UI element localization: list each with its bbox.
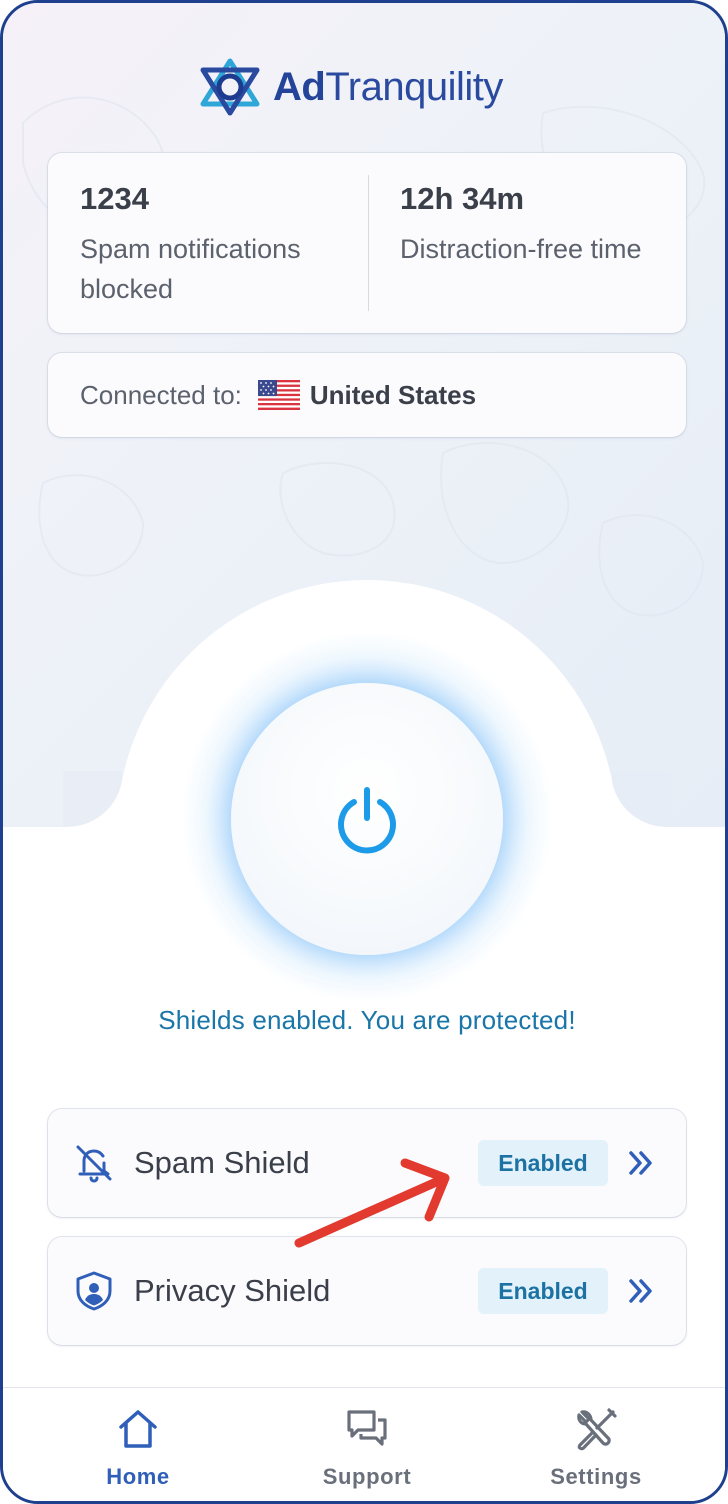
app-name: AdTranquility xyxy=(273,67,503,107)
app-screen: AdTranquility 1234 Spam notifications bl… xyxy=(0,0,728,1504)
stat-distraction-free-time: 12h 34m Distraction-free time xyxy=(400,181,660,269)
nav-label: Home xyxy=(106,1464,170,1489)
red-arrow-icon xyxy=(294,1158,450,1248)
dome-corner-right xyxy=(611,771,671,827)
privacy-shield-row[interactable]: Privacy Shield Enabled xyxy=(48,1237,686,1345)
connection-label: Connected to: xyxy=(80,379,242,410)
status-badge: Enabled xyxy=(478,1140,608,1186)
stat-value: 1234 xyxy=(80,181,149,216)
app-name-bold: Ad xyxy=(273,65,326,109)
double-chevron-right-icon xyxy=(629,1151,652,1175)
shield-name: Privacy Shield xyxy=(134,1273,331,1308)
home-icon xyxy=(119,1410,157,1448)
nav-item-support[interactable]: Support xyxy=(292,1406,442,1490)
protection-status-text: Shields enabled. You are protected! xyxy=(158,1005,576,1035)
stats-card: 1234 Spam notifications blocked 12h 34m … xyxy=(48,153,686,333)
nav-label: Support xyxy=(322,1464,412,1489)
stat-label: Distraction-free time xyxy=(400,234,642,264)
status-badge: Enabled xyxy=(478,1268,608,1314)
power-button[interactable] xyxy=(231,683,503,955)
power-icon xyxy=(338,787,396,854)
chat-icon xyxy=(347,1410,387,1446)
connection-card[interactable]: Connected to: United States xyxy=(48,353,686,437)
stat-spam-blocked: 1234 Spam notifications blocked xyxy=(80,181,360,309)
app-logo: AdTranquility xyxy=(197,57,503,117)
star-of-david-logo-icon xyxy=(200,58,260,116)
nav-label: Settings xyxy=(550,1464,642,1489)
us-flag-icon xyxy=(257,380,300,410)
stat-value: 12h 34m xyxy=(400,181,525,216)
double-chevron-right-icon xyxy=(629,1279,652,1303)
nav-item-home[interactable]: Home xyxy=(63,1406,213,1490)
nav-item-settings[interactable]: Settings xyxy=(521,1406,671,1490)
tools-icon xyxy=(577,1408,617,1451)
bottom-nav: Home Support Settings xyxy=(3,1387,725,1501)
dome-corner-left xyxy=(63,771,123,827)
stats-divider xyxy=(368,175,369,311)
bell-off-icon xyxy=(76,1145,112,1183)
app-name-rest: Tranquility xyxy=(325,65,503,109)
stat-label: Spam notifications blocked xyxy=(80,234,301,304)
connection-country: United States xyxy=(309,379,477,410)
shield-user-icon xyxy=(76,1271,112,1311)
